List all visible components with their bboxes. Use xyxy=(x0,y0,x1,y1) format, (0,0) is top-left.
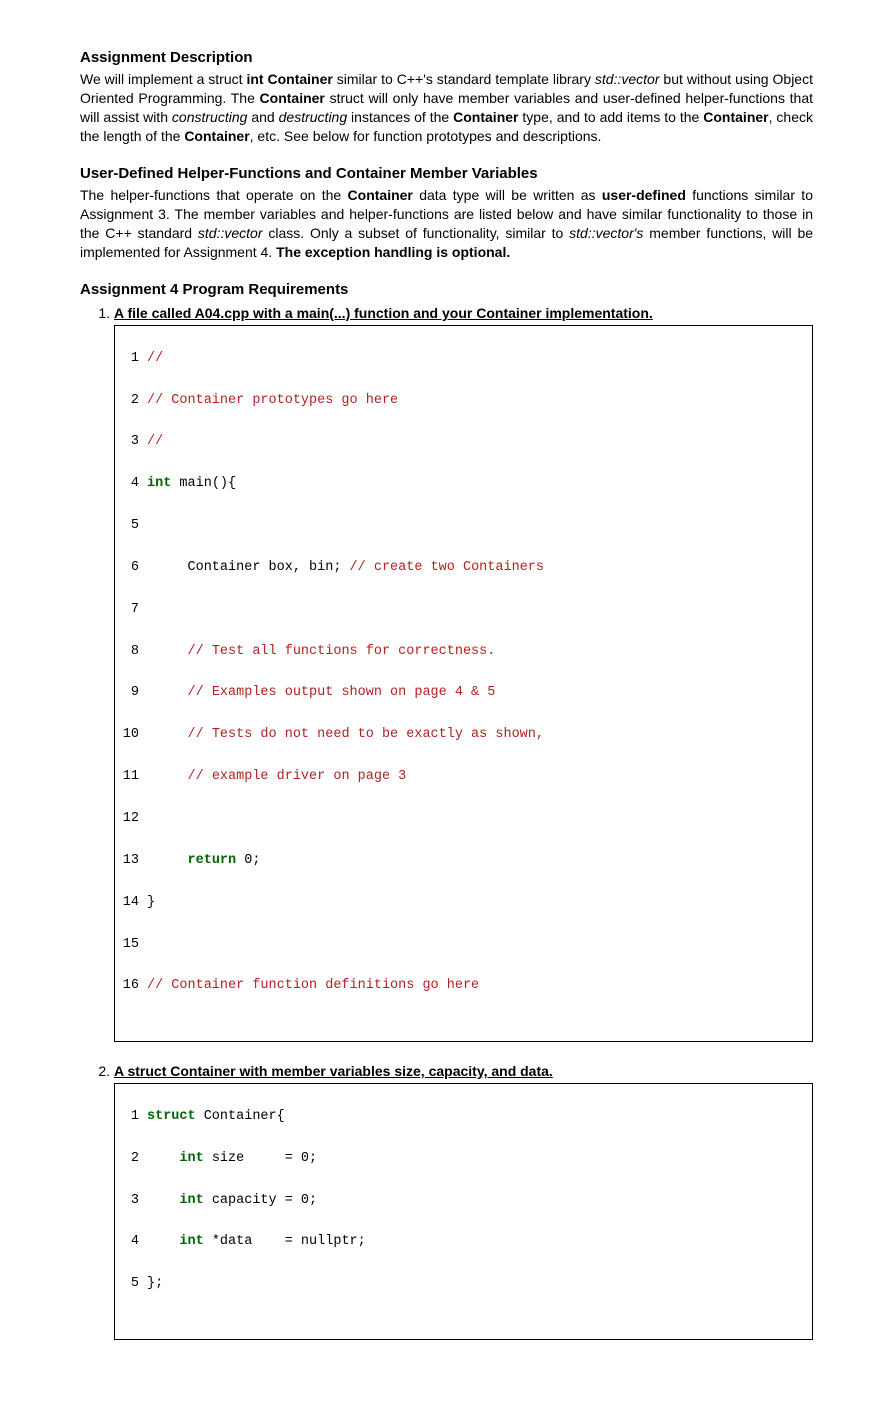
line-number: 14 xyxy=(115,893,147,914)
text: We will implement a struct xyxy=(80,71,246,87)
line-number: 3 xyxy=(115,432,147,453)
code-text xyxy=(147,1234,179,1249)
code-text xyxy=(147,935,812,956)
line-number: 2 xyxy=(115,1149,147,1170)
keyword-return: return xyxy=(188,853,237,868)
line-number: 3 xyxy=(115,1191,147,1212)
text: data type will be written as xyxy=(413,187,602,203)
keyword-struct: struct xyxy=(147,1109,196,1124)
section-title-requirements: Assignment 4 Program Requirements xyxy=(80,280,813,300)
line-number: 10 xyxy=(115,725,147,746)
line-number: 4 xyxy=(115,474,147,495)
container-bold: Container xyxy=(453,109,518,125)
keyword-int: int xyxy=(179,1151,203,1166)
text: instances of the xyxy=(347,109,453,125)
code-text: main(){ xyxy=(171,476,236,491)
section-title-description: Assignment Description xyxy=(80,48,813,68)
container-bold: Container xyxy=(260,90,325,106)
line-number: 12 xyxy=(115,809,147,830)
text: similar to C++'s standard template libra… xyxy=(333,71,595,87)
code-text xyxy=(147,769,188,784)
code-text: } xyxy=(147,893,812,914)
code-box-struct: 1struct Container{ 2 int size = 0; 3 int… xyxy=(114,1083,813,1340)
comment: // Tests do not need to be exactly as sh… xyxy=(188,727,544,742)
description-paragraph: We will implement a struct int Container… xyxy=(80,70,813,146)
line-number: 15 xyxy=(115,935,147,956)
code-text xyxy=(147,516,812,537)
requirements-list: A file called A04.cpp with a main(...) f… xyxy=(80,304,813,1340)
requirement-2-heading: A struct Container with member variables… xyxy=(114,1063,553,1079)
line-number: 16 xyxy=(115,976,147,997)
text: The helper-functions that operate on the xyxy=(80,187,348,203)
code-text xyxy=(147,1151,179,1166)
comment: // Container function definitions go her… xyxy=(147,978,479,993)
helpers-paragraph: The helper-functions that operate on the… xyxy=(80,186,813,262)
code-text xyxy=(147,727,188,742)
code-text: capacity = 0; xyxy=(204,1193,317,1208)
stdvector-italic: std::vector xyxy=(595,71,660,87)
comment: // create two Containers xyxy=(350,560,544,575)
code-text xyxy=(147,1193,179,1208)
comment: // example driver on page 3 xyxy=(188,769,407,784)
code-text: }; xyxy=(147,1274,812,1295)
stdvector-italic: std::vector's xyxy=(569,225,643,241)
code-text: 0; xyxy=(236,853,260,868)
container-bold: Container xyxy=(184,128,249,144)
line-number: 5 xyxy=(115,1274,147,1295)
line-number: 1 xyxy=(115,349,147,370)
line-number: 13 xyxy=(115,851,147,872)
requirement-1-heading: A file called A04.cpp with a main(...) f… xyxy=(114,305,653,321)
line-number: 2 xyxy=(115,391,147,412)
comment: // xyxy=(147,434,163,449)
code-text xyxy=(147,600,812,621)
line-number: 4 xyxy=(115,1232,147,1253)
container-bold: Container xyxy=(348,187,413,203)
keyword-int: int xyxy=(147,476,171,491)
code-text xyxy=(147,853,188,868)
code-text xyxy=(147,809,812,830)
code-box-main: 1// 2// Container prototypes go here 3//… xyxy=(114,325,813,1042)
requirement-item-2: A struct Container with member variables… xyxy=(114,1062,813,1340)
text: class. Only a subset of functionality, s… xyxy=(263,225,570,241)
keyword-int: int xyxy=(179,1193,203,1208)
text: and xyxy=(247,109,278,125)
text: , etc. See below for function prototypes… xyxy=(250,128,602,144)
destructing-italic: destructing xyxy=(279,109,347,125)
text: type, and to add items to the xyxy=(518,109,703,125)
exception-optional-bold: The exception handling is optional. xyxy=(276,244,510,260)
code-text: Container box, bin; xyxy=(147,560,350,575)
comment: // Test all functions for correctness. xyxy=(188,644,496,659)
keyword-int: int xyxy=(179,1234,203,1249)
code-text: Container{ xyxy=(196,1109,285,1124)
line-number: 5 xyxy=(115,516,147,537)
int-container-text: int Container xyxy=(246,71,332,87)
stdvector-italic: std::vector xyxy=(198,225,263,241)
comment: // Examples output shown on page 4 & 5 xyxy=(188,685,496,700)
line-number: 9 xyxy=(115,683,147,704)
constructing-italic: constructing xyxy=(172,109,247,125)
code-text: *data = nullptr; xyxy=(204,1234,366,1249)
line-number: 1 xyxy=(115,1107,147,1128)
user-defined-bold: user-defined xyxy=(602,187,686,203)
line-number: 8 xyxy=(115,642,147,663)
line-number: 11 xyxy=(115,767,147,788)
comment: // Container prototypes go here xyxy=(147,393,398,408)
line-number: 6 xyxy=(115,558,147,579)
code-text: size = 0; xyxy=(204,1151,317,1166)
section-title-helpers: User-Defined Helper-Functions and Contai… xyxy=(80,164,813,184)
container-bold: Container xyxy=(703,109,768,125)
code-text xyxy=(147,685,188,700)
comment: // xyxy=(147,351,163,366)
line-number: 7 xyxy=(115,600,147,621)
requirement-item-1: A file called A04.cpp with a main(...) f… xyxy=(114,304,813,1042)
code-text xyxy=(147,644,188,659)
